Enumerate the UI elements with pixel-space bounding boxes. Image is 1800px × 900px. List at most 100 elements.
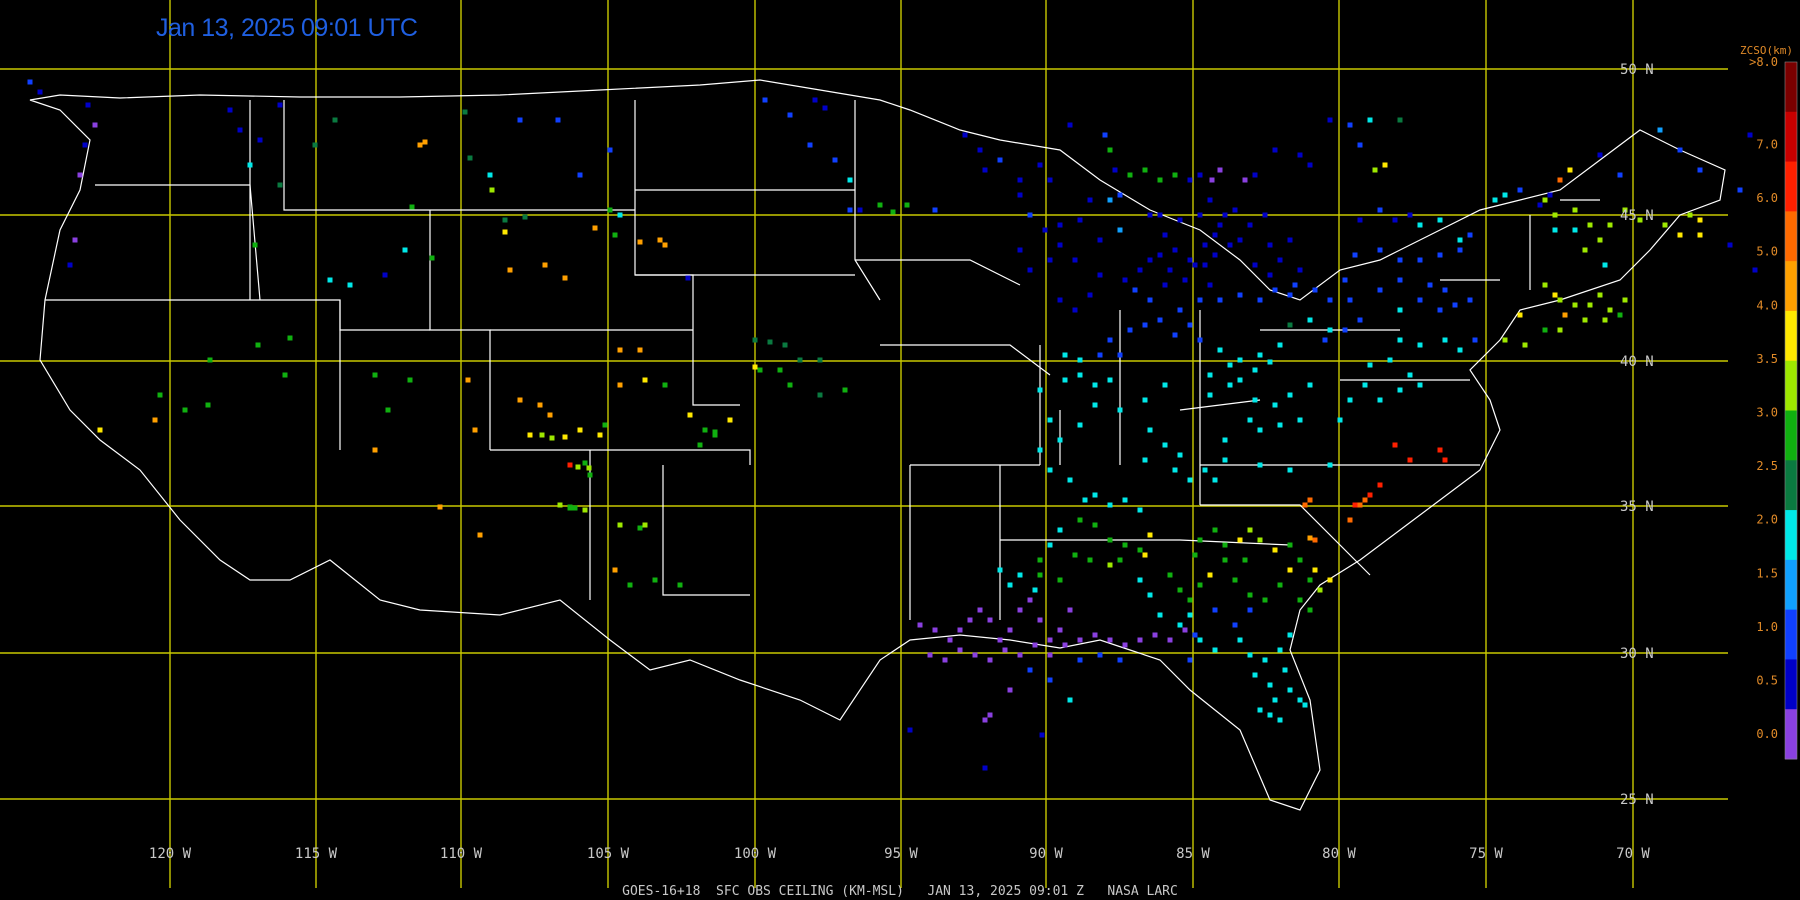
obs-point [402, 247, 408, 253]
obs-point [617, 522, 623, 528]
obs-point [1437, 447, 1443, 453]
obs-point [1552, 292, 1558, 298]
obs-point [1077, 517, 1083, 523]
colorbar-segment [1785, 211, 1797, 262]
obs-point [1242, 177, 1248, 183]
obs-point [727, 417, 733, 423]
obs-point [462, 109, 468, 115]
obs-point [1117, 352, 1123, 358]
obs-point [817, 392, 823, 398]
obs-point [1187, 177, 1193, 183]
obs-point [1272, 697, 1278, 703]
obs-point [1157, 317, 1163, 323]
obs-point [1307, 317, 1313, 323]
obs-point [1027, 667, 1033, 673]
obs-point [1367, 492, 1373, 498]
obs-point [1347, 397, 1353, 403]
obs-point [1517, 187, 1523, 193]
obs-point [577, 427, 583, 433]
obs-point [1312, 287, 1318, 293]
obs-point [1292, 282, 1298, 288]
obs-point [1147, 297, 1153, 303]
colorbar-label: 5.0 [1756, 245, 1778, 259]
obs-point [1037, 447, 1043, 453]
obs-point [1252, 672, 1258, 678]
obs-point [1212, 527, 1218, 533]
obs-point [1267, 272, 1273, 278]
timestamp: Jan 13, 2025 09:01 UTC [156, 14, 418, 42]
obs-point [555, 117, 561, 123]
obs-point [977, 147, 983, 153]
colorbar-title: ZCSO(km) [1740, 44, 1793, 57]
obs-point [1467, 297, 1473, 303]
obs-point [1142, 167, 1148, 173]
obs-point [1127, 327, 1133, 333]
obs-point [277, 102, 283, 108]
obs-point [1267, 712, 1273, 718]
obs-point [1407, 212, 1413, 218]
obs-point [890, 209, 896, 215]
obs-point [1177, 217, 1183, 223]
obs-point [812, 97, 818, 103]
obs-point [1107, 337, 1113, 343]
obs-point [1172, 247, 1178, 253]
colorbar-segment [1785, 510, 1797, 561]
obs-point [1232, 577, 1238, 583]
obs-point [1142, 322, 1148, 328]
obs-point [1697, 217, 1703, 223]
obs-point [1157, 177, 1163, 183]
colorbar-segment [1785, 709, 1797, 760]
obs-point [592, 225, 598, 231]
lat-label: 40 N [1620, 354, 1654, 370]
lon-label: 80 W [1322, 846, 1356, 862]
obs-point [1297, 557, 1303, 563]
obs-point [422, 139, 428, 145]
obs-point [1107, 147, 1113, 153]
colorbar-label: 7.0 [1756, 137, 1778, 151]
obs-point [1122, 542, 1128, 548]
obs-point [1307, 607, 1313, 613]
obs-point [1192, 552, 1198, 558]
obs-point [1197, 297, 1203, 303]
obs-point [1272, 402, 1278, 408]
obs-point [1077, 422, 1083, 428]
obs-point [1037, 162, 1043, 168]
lon-label: 95 W [884, 846, 918, 862]
obs-point [637, 347, 643, 353]
obs-point [502, 229, 508, 235]
obs-point [637, 239, 643, 245]
obs-point [997, 567, 1003, 573]
obs-point [1057, 577, 1063, 583]
obs-point [1357, 142, 1363, 148]
obs-point [1107, 562, 1113, 568]
obs-point [1247, 592, 1253, 598]
obs-point [252, 242, 258, 248]
obs-point [205, 402, 211, 408]
border-line [1179, 399, 1261, 411]
obs-point [1257, 707, 1263, 713]
obs-point [982, 765, 988, 771]
obs-point [255, 342, 261, 348]
obs-point [982, 717, 988, 723]
obs-point [1047, 637, 1053, 643]
colorbar-segment [1785, 261, 1797, 312]
obs-point [577, 172, 583, 178]
obs-point [37, 89, 43, 95]
obs-point [1187, 612, 1193, 618]
obs-point [842, 387, 848, 393]
obs-point [1502, 337, 1508, 343]
obs-point [1617, 312, 1623, 318]
obs-point [677, 582, 683, 588]
obs-point [1017, 607, 1023, 613]
obs-point [877, 202, 883, 208]
obs-point [1047, 652, 1053, 658]
obs-point [527, 432, 533, 438]
obs-point [1207, 197, 1213, 203]
obs-point [1297, 267, 1303, 273]
obs-point [1347, 122, 1353, 128]
obs-point [207, 357, 213, 363]
border-line [95, 184, 261, 301]
obs-point [1077, 637, 1083, 643]
obs-point [1257, 297, 1263, 303]
obs-point [282, 372, 288, 378]
